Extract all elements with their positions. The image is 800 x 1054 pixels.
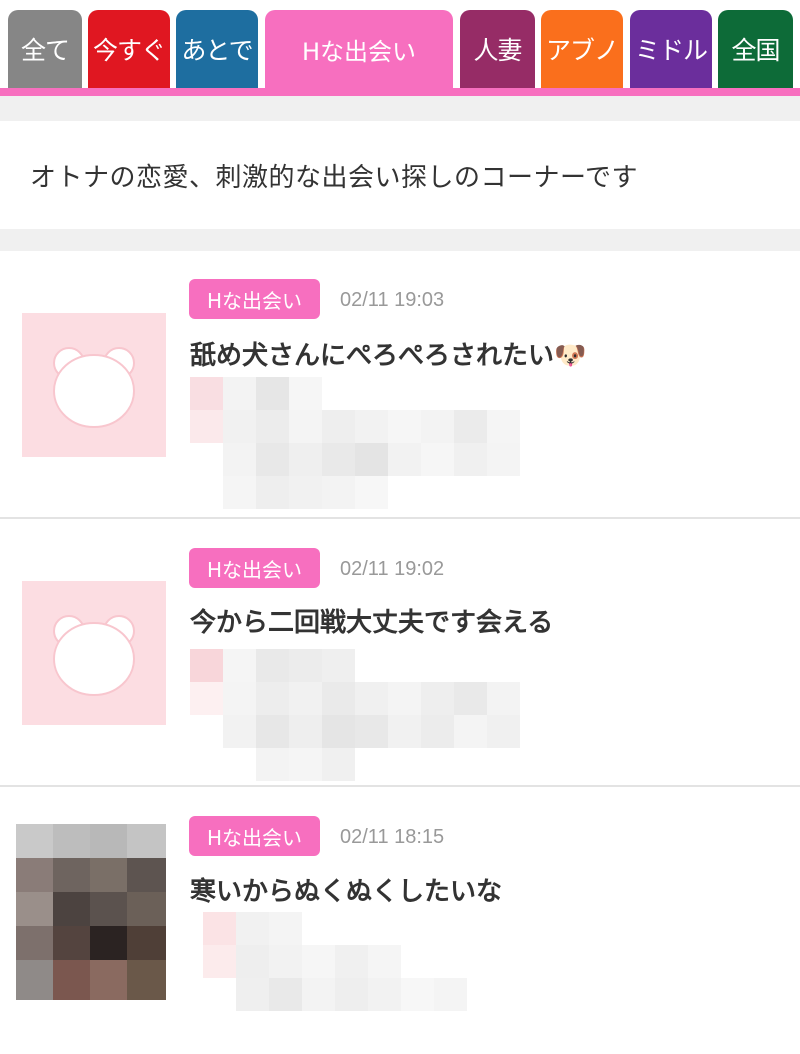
post-datetime: 02/11 19:03: [340, 289, 445, 311]
tab-all[interactable]: 全て: [8, 10, 82, 88]
post-item[interactable]: Hな出会い 02/11 19:03 舐め犬さんにぺろぺろされたい🐶: [0, 251, 800, 519]
post-item[interactable]: Hな出会い 02/11 19:02 今から二回戦大丈夫です会える: [0, 519, 800, 787]
blurred-preview-text: [190, 377, 520, 509]
category-badge: Hな出会い: [189, 816, 320, 856]
intro-text: オトナの恋愛、刺激的な出会い探しのコーナーです: [30, 162, 638, 193]
post-item[interactable]: Hな出会い 02/11 18:15 寒いからぬくぬくしたいな: [0, 787, 800, 1054]
post-title[interactable]: 寒いからぬくぬくしたいな: [190, 871, 502, 908]
post-title[interactable]: 今から二回戦大丈夫です会える: [190, 602, 553, 639]
category-badge: Hな出会い: [189, 279, 320, 319]
tab-abuno[interactable]: アブノ: [541, 10, 623, 88]
category-tab-bar: 全て 今すぐ あとで Hな出会い 人妻 アブノ ミドル 全国: [0, 0, 800, 96]
user-photo-blurred: [16, 824, 166, 1000]
tab-now[interactable]: 今すぐ: [88, 10, 170, 88]
tab-hitozuma[interactable]: 人妻: [460, 10, 535, 88]
default-bear-icon: [22, 313, 166, 457]
post-title[interactable]: 舐め犬さんにぺろぺろされたい🐶: [190, 335, 586, 372]
tab-zenkoku[interactable]: 全国: [718, 10, 793, 88]
section-spacer: [0, 96, 800, 121]
blurred-preview-text: [190, 649, 520, 781]
post-datetime: 02/11 19:02: [340, 558, 445, 580]
category-badge: Hな出会い: [189, 548, 320, 588]
intro-banner: オトナの恋愛、刺激的な出会い探しのコーナーです: [0, 121, 800, 229]
section-spacer: [0, 229, 800, 251]
tab-middle[interactable]: ミドル: [630, 10, 712, 88]
active-tab-underline: [0, 88, 800, 96]
blurred-preview-text: [203, 912, 473, 1030]
tab-later[interactable]: あとで: [176, 10, 258, 88]
default-bear-icon: [22, 581, 166, 725]
tab-h-deai[interactable]: Hな出会い: [265, 10, 453, 88]
post-datetime: 02/11 18:15: [340, 826, 445, 848]
